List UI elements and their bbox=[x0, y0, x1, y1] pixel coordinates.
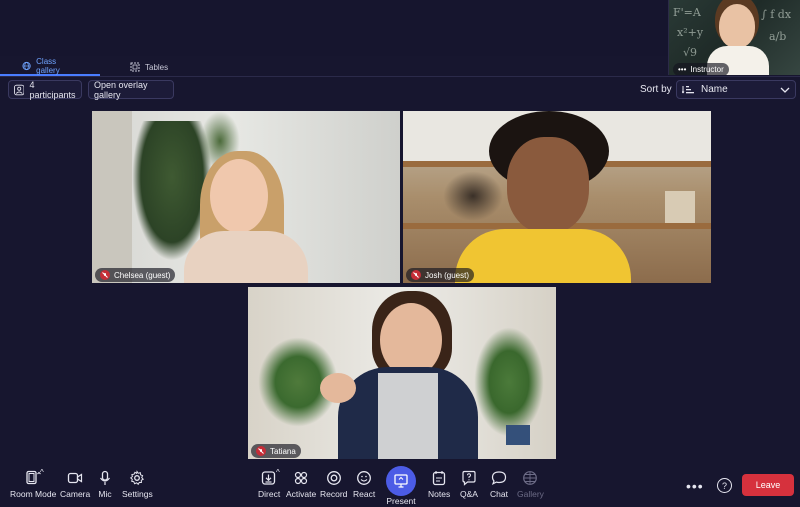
react-button[interactable]: React bbox=[353, 470, 375, 499]
face-shape bbox=[380, 303, 442, 377]
tab-divider bbox=[0, 76, 800, 77]
face-shape bbox=[507, 137, 589, 233]
chevron-down-icon bbox=[780, 87, 790, 93]
caret-up-icon[interactable]: ^ bbox=[276, 468, 280, 477]
microphone-icon bbox=[100, 470, 110, 485]
direct-download-icon bbox=[261, 471, 276, 485]
leave-label: Leave bbox=[755, 480, 781, 490]
direct-label: Direct bbox=[258, 489, 281, 499]
sort-by-label: Sort by bbox=[640, 84, 672, 95]
settings-label: Settings bbox=[122, 489, 153, 499]
notes-icon bbox=[432, 471, 446, 486]
notes-label: Notes bbox=[428, 489, 451, 499]
smiley-icon bbox=[357, 471, 372, 485]
open-overlay-gallery-button[interactable]: Open overlay gallery bbox=[88, 79, 174, 100]
tab-tables[interactable]: Tables bbox=[100, 58, 190, 76]
face-shape bbox=[210, 159, 268, 233]
react-label: React bbox=[353, 489, 376, 499]
mic-label: Mic bbox=[98, 489, 112, 499]
settings-button[interactable]: Settings bbox=[122, 470, 153, 499]
books-shape bbox=[665, 191, 695, 223]
tab-class-gallery[interactable]: Class gallery bbox=[0, 57, 100, 76]
gallery-toolbar: 4 participants Open overlay gallery Sort… bbox=[0, 80, 800, 100]
caret-up-icon[interactable]: ^ bbox=[40, 468, 44, 477]
participants-icon bbox=[14, 84, 25, 95]
sort-icon bbox=[682, 85, 694, 93]
camera-label: Camera bbox=[60, 489, 91, 499]
video-tile-josh[interactable]: Josh (guest) bbox=[403, 111, 711, 283]
wall-panel bbox=[92, 111, 132, 283]
chat-bubble-icon bbox=[491, 471, 507, 486]
overlay-label: Open overlay gallery bbox=[94, 79, 148, 100]
camera-icon bbox=[67, 472, 83, 484]
qa-button[interactable]: Q&A bbox=[460, 470, 478, 499]
participant-name-tag: Tatiana bbox=[251, 444, 301, 458]
room-mode-button[interactable]: Room Mode bbox=[10, 470, 56, 499]
tab-label: Tables bbox=[145, 62, 169, 72]
chalk-text: √9 bbox=[683, 46, 698, 59]
pot-shape bbox=[506, 425, 530, 445]
mic-muted-icon bbox=[100, 270, 110, 280]
record-icon bbox=[326, 471, 341, 485]
participant-name-tag: Josh (guest) bbox=[406, 268, 475, 282]
shirt-shape bbox=[184, 231, 308, 283]
participant-name-tag: Chelsea (guest) bbox=[95, 268, 176, 282]
chat-label: Chat bbox=[490, 489, 508, 499]
plant-image bbox=[474, 327, 544, 437]
record-label: Record bbox=[320, 489, 348, 499]
participant-name: Josh (guest) bbox=[425, 270, 470, 280]
tables-icon bbox=[130, 62, 140, 72]
present-screen-icon bbox=[394, 474, 408, 488]
participant-name: Tatiana bbox=[270, 446, 296, 456]
activate-button[interactable]: Activate bbox=[286, 470, 316, 499]
room-mode-label: Room Mode bbox=[10, 489, 57, 499]
qa-label: Q&A bbox=[460, 489, 478, 499]
mic-button[interactable]: Mic bbox=[97, 470, 113, 499]
present-button[interactable] bbox=[386, 466, 416, 496]
room-mode-icon bbox=[26, 470, 42, 485]
camera-button[interactable]: Camera bbox=[60, 470, 90, 499]
video-tile-chelsea[interactable]: Chelsea (guest) bbox=[92, 111, 400, 283]
dots-icon: ••• bbox=[678, 65, 687, 74]
shelf-decor bbox=[443, 171, 503, 221]
mic-muted-icon bbox=[411, 270, 421, 280]
participant-name: Chelsea (guest) bbox=[114, 270, 171, 280]
sort-select[interactable]: Name bbox=[676, 80, 796, 99]
globe-icon bbox=[22, 61, 31, 71]
gallery-label: Gallery bbox=[517, 489, 544, 499]
gallery-grid-icon bbox=[523, 471, 538, 485]
mic-muted-icon bbox=[256, 446, 266, 456]
instructor-video-tile[interactable]: F'=A x²+y ∫ f dx a/b √9 ••• Instructor bbox=[668, 0, 800, 75]
shirt-shape bbox=[378, 373, 438, 459]
chalk-text: a/b bbox=[769, 30, 787, 43]
video-tile-tatiana[interactable]: Tatiana bbox=[248, 287, 556, 459]
chalk-text: ∫ f dx bbox=[761, 8, 792, 21]
view-tabs: Class gallery Tables bbox=[0, 57, 668, 76]
tab-label: Class gallery bbox=[36, 57, 60, 75]
participants-count: 4 participants bbox=[29, 79, 76, 100]
chalk-text: x²+y bbox=[677, 26, 704, 39]
chat-button[interactable]: Chat bbox=[490, 470, 508, 499]
sort-value: Name bbox=[701, 84, 728, 95]
instructor-face bbox=[719, 4, 755, 48]
shirt-shape bbox=[455, 229, 631, 283]
question-bubble-icon bbox=[462, 470, 476, 486]
instructor-name-tag: ••• Instructor bbox=[673, 63, 729, 75]
participants-button[interactable]: 4 participants bbox=[8, 79, 82, 100]
help-icon[interactable]: ? bbox=[717, 478, 732, 493]
more-options-icon[interactable]: ••• bbox=[686, 478, 704, 494]
chalk-text: F'=A bbox=[673, 6, 701, 19]
notes-button[interactable]: Notes bbox=[428, 470, 450, 499]
activate-label: Activate bbox=[286, 489, 317, 499]
hand-shape bbox=[320, 373, 356, 403]
present-label: Present bbox=[386, 496, 416, 506]
leave-button[interactable]: Leave bbox=[742, 474, 794, 496]
gallery-button[interactable]: Gallery bbox=[517, 470, 544, 499]
gear-icon bbox=[130, 470, 145, 486]
record-button[interactable]: Record bbox=[320, 470, 347, 499]
instructor-label: Instructor bbox=[690, 65, 724, 74]
activate-icon bbox=[295, 471, 308, 485]
app-window: F'=A x²+y ∫ f dx a/b √9 ••• Instructor C… bbox=[0, 0, 800, 507]
